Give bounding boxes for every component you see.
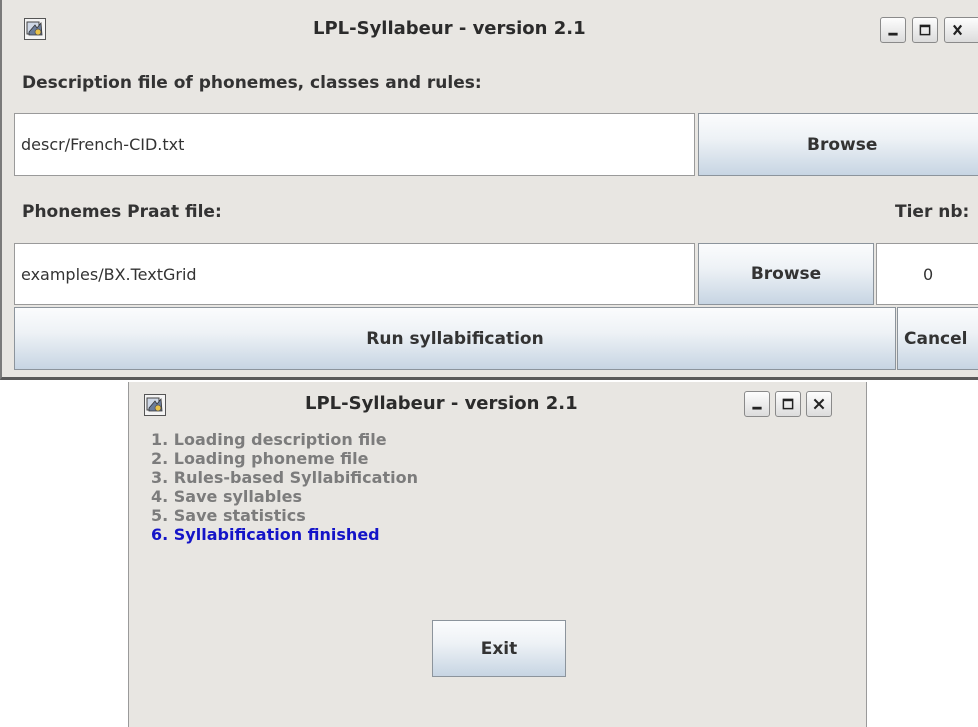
window-title: LPL-Syllabeur - version 2.1 bbox=[305, 393, 578, 414]
description-file-label: Description file of phonemes, classes an… bbox=[22, 73, 482, 93]
desktop-background bbox=[0, 381, 128, 727]
minimize-button[interactable] bbox=[880, 17, 906, 43]
step-item: 5. Save statistics bbox=[151, 506, 306, 525]
cancel-button[interactable]: Cancel bbox=[897, 307, 978, 370]
main-titlebar[interactable]: LPL-Syllabeur - version 2.1 bbox=[2, 0, 978, 44]
maximize-button[interactable] bbox=[912, 17, 938, 43]
main-window: LPL-Syllabeur - version 2.1 Description … bbox=[0, 0, 978, 380]
exit-button[interactable]: Exit bbox=[432, 620, 566, 677]
phonemes-file-field[interactable]: examples/BX.TextGrid bbox=[14, 243, 695, 305]
maximize-button[interactable] bbox=[775, 391, 801, 417]
browse-phonemes-button[interactable]: Browse bbox=[698, 243, 874, 305]
minimize-button[interactable] bbox=[744, 391, 770, 417]
step-item-finished: 6. Syllabification finished bbox=[151, 525, 380, 544]
progress-window: LPL-Syllabeur - version 2.1 1. Loading d… bbox=[128, 382, 867, 727]
description-file-field[interactable]: descr/French-CID.txt bbox=[14, 113, 695, 176]
step-item: 1. Loading description file bbox=[151, 430, 387, 449]
minimize-icon bbox=[888, 32, 898, 36]
maximize-icon bbox=[919, 24, 931, 36]
phonemes-file-label: Phonemes Praat file: bbox=[22, 202, 222, 222]
desktop: LPL-Syllabeur - version 2.1 Description … bbox=[0, 0, 978, 727]
minimize-icon bbox=[752, 406, 762, 410]
tier-number-label: Tier nb: bbox=[895, 202, 970, 222]
tier-number-field[interactable]: 0 bbox=[876, 243, 978, 305]
close-icon bbox=[813, 398, 825, 410]
close-icon bbox=[952, 24, 963, 36]
run-syllabification-button[interactable]: Run syllabification bbox=[14, 307, 896, 370]
progress-steps: 1. Loading description file 2. Loading p… bbox=[151, 430, 418, 544]
progress-titlebar[interactable]: LPL-Syllabeur - version 2.1 bbox=[129, 382, 866, 424]
browse-description-button[interactable]: Browse bbox=[698, 113, 978, 176]
step-item: 3. Rules-based Syllabification bbox=[151, 468, 418, 487]
window-title: LPL-Syllabeur - version 2.1 bbox=[313, 18, 586, 39]
app-icon[interactable] bbox=[24, 18, 46, 40]
close-button[interactable] bbox=[806, 391, 832, 417]
step-item: 4. Save syllables bbox=[151, 487, 302, 506]
app-icon[interactable] bbox=[144, 394, 166, 416]
step-item: 2. Loading phoneme file bbox=[151, 449, 369, 468]
close-button[interactable] bbox=[944, 17, 978, 43]
maximize-icon bbox=[782, 398, 794, 410]
